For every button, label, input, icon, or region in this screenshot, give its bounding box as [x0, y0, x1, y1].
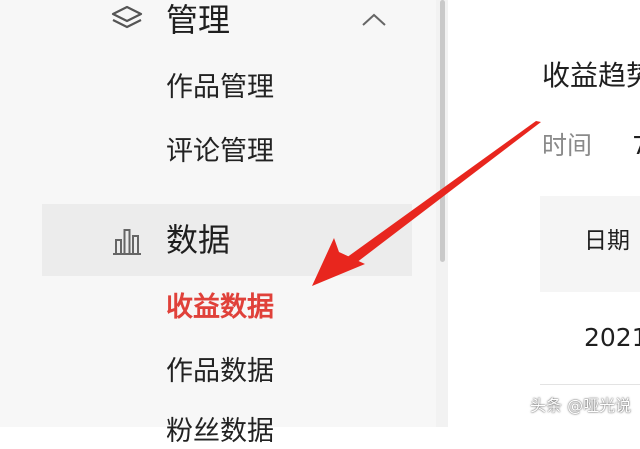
time-range-selector[interactable]: 7 — [632, 130, 640, 162]
sidebar-nav: 管理 作品管理 评论管理 数据 收益数据 作品数据 粉丝数据 — [0, 0, 436, 447]
layers-icon — [111, 5, 143, 29]
scrollbar-thumb[interactable] — [440, 0, 445, 262]
column-header-date: 日期 — [584, 228, 630, 254]
bar-chart-icon — [113, 229, 141, 255]
time-label: 时间 — [542, 131, 593, 160]
main-content: 收益趋势 时间 7 日期 2021 — [448, 0, 640, 427]
sidebar-item-earnings-data[interactable]: 收益数据 — [166, 291, 274, 325]
sidebar-group-data[interactable]: 数据 — [42, 204, 412, 276]
sidebar-group-manage[interactable]: 管理 — [42, 0, 412, 56]
sidebar-group-label: 管理 — [166, 1, 231, 39]
chevron-up-icon[interactable] — [360, 10, 388, 30]
row-divider — [540, 384, 640, 385]
earnings-trend-title: 收益趋势 — [542, 59, 640, 92]
sidebar-item-comments-manage[interactable]: 评论管理 — [166, 135, 274, 169]
sidebar-group-label: 数据 — [166, 221, 231, 259]
sidebar-item-fans-data[interactable]: 粉丝数据 — [166, 415, 274, 449]
sidebar-item-works-manage[interactable]: 作品管理 — [166, 71, 274, 105]
table-row-date: 2021 — [584, 323, 640, 352]
watermark: 头条 @哑光说 — [530, 396, 632, 415]
sidebar-item-works-data[interactable]: 作品数据 — [166, 355, 274, 389]
table-header: 日期 — [540, 196, 640, 292]
